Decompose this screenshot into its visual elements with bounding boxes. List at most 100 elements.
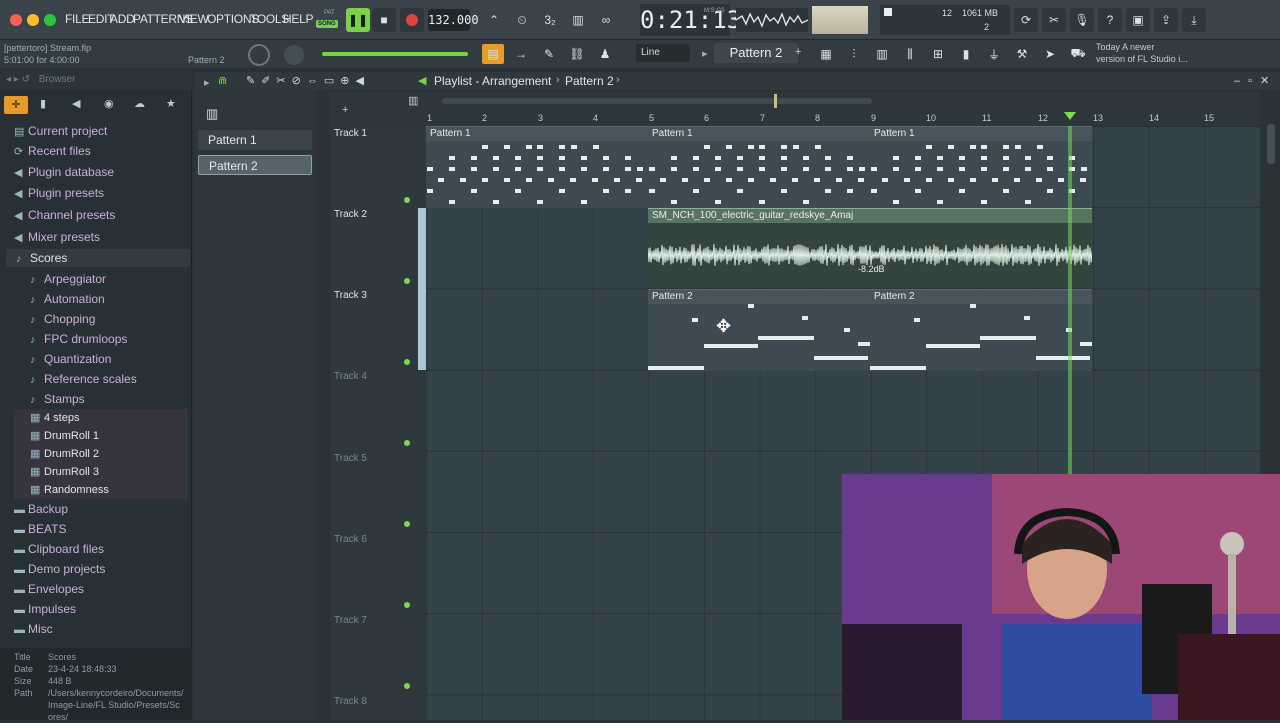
add-pattern-icon[interactable]: + <box>795 46 801 58</box>
piano-roll-button[interactable]: ▥ <box>871 44 893 64</box>
track-3-mute-led[interactable] <box>404 359 410 365</box>
browser-cloud-icon[interactable]: ☁ <box>134 97 145 110</box>
track-7-name[interactable]: Track 7 <box>334 615 367 626</box>
file-drumroll-2[interactable]: ▦ DrumRoll 2 <box>14 445 188 463</box>
link-button[interactable]: ⛓ <box>566 44 588 64</box>
tempo-display[interactable]: 132.000 <box>428 9 479 31</box>
browser-file-icon[interactable]: ▮ <box>40 97 46 110</box>
browser-envelopes[interactable]: ▬ Envelopes <box>14 580 192 598</box>
browser-plugin-database[interactable]: ◀ Plugin database <box>14 163 192 181</box>
snap-select[interactable]: Line <box>636 44 690 62</box>
track-1-name[interactable]: Track 1 <box>334 128 367 139</box>
browser-demo-projects[interactable]: ▬ Demo projects <box>14 560 192 578</box>
track-8-name[interactable]: Track 8 <box>334 696 367 707</box>
record-button[interactable] <box>400 8 424 32</box>
countdown-button[interactable]: 3₂ <box>538 8 562 32</box>
track-4-name[interactable]: Track 4 <box>334 371 367 382</box>
metronome-button[interactable]: ⌃ <box>482 8 506 32</box>
cut-button[interactable]: ✂ <box>1042 8 1066 32</box>
browser-impulses[interactable]: ▬ Impulses <box>14 600 192 618</box>
mixer-button[interactable]: ▦ <box>815 44 837 64</box>
minimize-window-button[interactable] <box>27 14 39 26</box>
save-button[interactable]: ▣ <box>1126 8 1150 32</box>
menu-file[interactable]: FILE <box>65 12 89 26</box>
browser-button[interactable]: ⊞ <box>927 44 949 64</box>
play-pause-button[interactable]: ❚❚ <box>346 8 370 32</box>
track-6-name[interactable]: Track 6 <box>334 534 367 545</box>
clip-pattern-1[interactable]: Pattern 1 <box>426 126 648 208</box>
stamp-button[interactable]: ♟ <box>594 44 616 64</box>
export-button[interactable]: ⇪ <box>1154 8 1178 32</box>
track-4-mute-led[interactable] <box>404 440 410 446</box>
playhead-marker[interactable] <box>1064 112 1076 120</box>
master-level-slider[interactable] <box>322 52 468 56</box>
browser-plugin-presets[interactable]: ◀ Plugin presets <box>14 184 192 202</box>
close-window-button[interactable] <box>10 14 22 26</box>
add-track-icon[interactable]: + <box>342 104 348 116</box>
track-6-mute-led[interactable] <box>404 602 410 608</box>
score-fpc-drumloops[interactable]: ♪ FPC drumloops <box>30 330 208 348</box>
browser-mixer-presets[interactable]: ◀ Mixer presets <box>14 228 192 246</box>
browser-star-icon[interactable]: ★ <box>166 97 176 110</box>
pattern-selector[interactable]: Pattern 2 <box>714 43 798 63</box>
browser-back-icon[interactable]: ◂ ▸ ↺ <box>6 74 30 85</box>
browser-globe-icon[interactable]: ◉ <box>104 97 114 110</box>
draw-tool-button[interactable]: ✎ <box>538 44 560 64</box>
next-button[interactable]: → <box>510 44 532 64</box>
score-automation[interactable]: ♪ Automation <box>30 290 208 308</box>
download-button[interactable]: ⤓ <box>1182 8 1206 32</box>
master-volume-knob[interactable] <box>248 44 270 66</box>
playlist-menu-arrow-icon[interactable]: ▸ <box>204 76 210 89</box>
mic-button[interactable]: 🎙 <box>1070 8 1094 32</box>
track-3-name[interactable]: Track 3 <box>334 290 367 301</box>
pattern-mode-icon[interactable]: ▥ <box>408 94 418 107</box>
browser-clipboard-files[interactable]: ▬ Clipboard files <box>14 540 192 558</box>
vscroll-thumb[interactable] <box>1267 124 1275 164</box>
file-randomness[interactable]: ▦ Randomness <box>14 481 188 499</box>
master-pitch-knob[interactable] <box>284 45 304 65</box>
magnet-icon[interactable]: ⋒ <box>218 74 227 87</box>
menu-view[interactable]: VIEW <box>179 12 209 26</box>
stop-button[interactable]: ■ <box>372 8 396 32</box>
maximize-window-button[interactable] <box>44 14 56 26</box>
playlist-tools-icon[interactable]: ✎✐✂⊘⇔▭⊕◀ <box>246 74 370 87</box>
score-reference-scales[interactable]: ♪ Reference scales <box>30 370 208 388</box>
wait-input-button[interactable]: ⏲ <box>510 8 534 32</box>
track-2-mute-led[interactable] <box>404 278 410 284</box>
track-7-mute-led[interactable] <box>404 683 410 689</box>
picker-pattern-1[interactable]: Pattern 1 <box>198 130 312 150</box>
browser-scores[interactable]: ♪ Scores <box>6 249 190 267</box>
browser-channel-presets[interactable]: ◀ Channel presets <box>14 206 192 224</box>
plugin-button[interactable]: ⏚ <box>983 44 1005 64</box>
pattern-prev-icon[interactable]: ▸ <box>702 47 708 60</box>
clip-pattern-2[interactable]: Pattern 2 <box>648 289 870 371</box>
file-drumroll-1[interactable]: ▦ DrumRoll 1 <box>14 427 188 445</box>
track-5-name[interactable]: Track 5 <box>334 453 367 464</box>
picker-pattern-2[interactable]: Pattern 2 <box>198 155 312 175</box>
track-5-mute-led[interactable] <box>404 521 410 527</box>
window-controls-icon[interactable]: –▫✕ <box>1234 74 1277 87</box>
tools-button[interactable]: ⚒ <box>1011 44 1033 64</box>
browser-current-project[interactable]: ▤ Current project <box>14 122 192 140</box>
step-edit-button[interactable]: ▥ <box>566 8 590 32</box>
browser-plugin-icon[interactable]: ◀ <box>72 97 80 110</box>
pat-song-toggle[interactable]: PAT SONG <box>316 8 344 32</box>
score-stamps[interactable]: ♪ Stamps <box>30 390 208 408</box>
timeline-ruler[interactable]: 1 2 3 4 5 6 7 8 9 10 11 12 13 14 15 <box>426 110 1260 126</box>
browser-beats[interactable]: ▬ BEATS <box>14 520 192 538</box>
browser-recent-files[interactable]: ⟳ Recent files <box>14 142 192 160</box>
loop-record-button[interactable]: ∞ <box>594 8 618 32</box>
browser-all-icon[interactable]: ✛ <box>4 96 28 114</box>
clip-pattern-1[interactable]: Pattern 1 <box>648 126 870 208</box>
track-1-mute-led[interactable] <box>404 197 410 203</box>
horizontal-scrollbar[interactable] <box>426 92 1260 110</box>
file-4-steps[interactable]: ▦ 4 steps <box>14 409 188 427</box>
score-chopping[interactable]: ♪ Chopping <box>30 310 208 328</box>
faders-button[interactable]: ⫼ <box>899 44 921 64</box>
clip-pattern-2[interactable]: Pattern 2 <box>870 289 1092 371</box>
file-drumroll-3[interactable]: ▦ DrumRoll 3 <box>14 463 188 481</box>
channel-rack-button[interactable]: ⫶ <box>843 44 865 64</box>
clip-pattern-1[interactable]: Pattern 1 <box>870 126 1092 208</box>
track-2-name[interactable]: Track 2 <box>334 209 367 220</box>
play-clip-icon[interactable]: ◀ <box>418 74 426 87</box>
